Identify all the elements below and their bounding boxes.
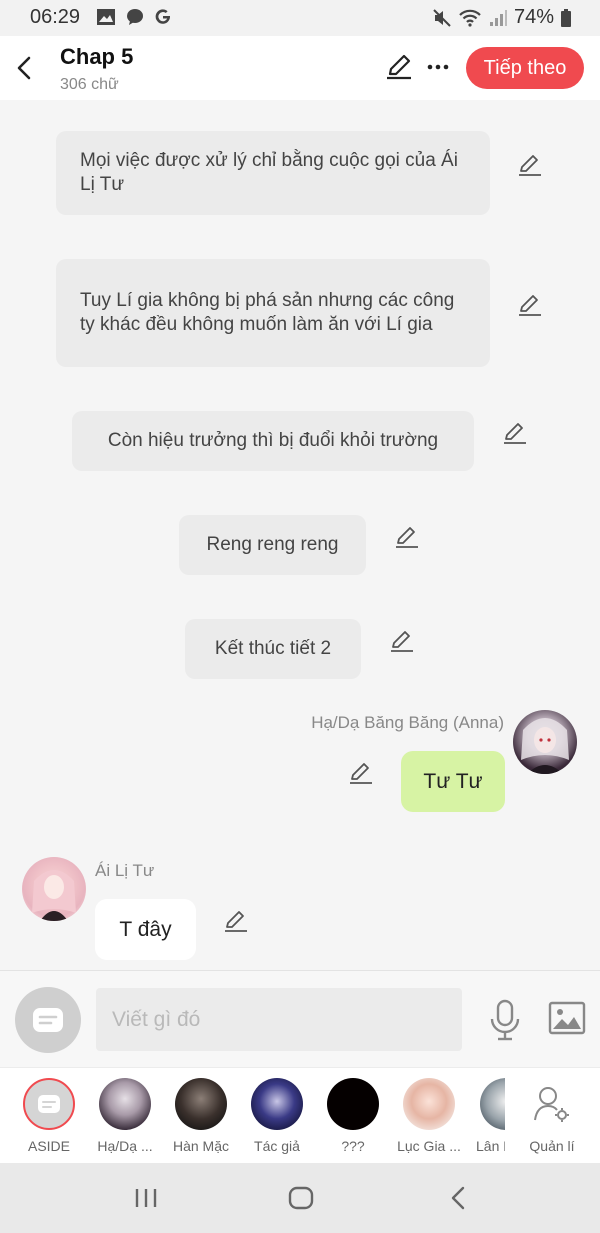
manage-characters[interactable]: Quản lí [514,1078,590,1154]
google-notification-icon [155,9,171,24]
user-settings-icon [534,1087,569,1122]
chapter-header: Chap 5 306 chữ Tiếp theo [0,36,600,100]
edit-pencil-icon[interactable] [394,525,420,551]
edit-pencil-icon[interactable] [517,293,543,319]
edit-title-button[interactable] [384,52,414,82]
back-arrow-icon [451,1186,465,1210]
mute-icon [433,8,451,27]
back-button[interactable] [10,52,38,84]
avatar[interactable] [22,857,86,921]
chat-area[interactable]: Mọi việc được xử lý chỉ bằng cuộc gọi củ… [0,100,600,970]
avatar-portrait-icon [521,718,569,774]
recent-apps-icon [135,1189,157,1207]
narration-text: Kết thúc tiết 2 [214,638,332,659]
status-bar: 06:29 74% [0,0,600,36]
edit-pencil-icon[interactable] [517,153,543,179]
aside-message-icon [38,1095,60,1113]
home-button[interactable] [281,1181,321,1215]
character-item[interactable]: ??? [315,1078,391,1154]
status-right: 74% [432,6,572,29]
message-text: T đây [119,917,172,941]
more-options-button[interactable] [424,52,452,82]
character-label: Tác giả [254,1138,300,1154]
microphone-icon [490,999,520,1041]
manage-avatar [526,1078,578,1130]
back-nav-button[interactable] [438,1181,478,1215]
avatar-portrait-icon [32,870,76,921]
notification-icons [96,8,172,26]
page-title: Chap 5 [60,44,134,69]
avatar [480,1078,505,1130]
aside-avatar [23,1078,75,1130]
aside-toggle-button[interactable] [15,987,81,1053]
narration-bubble[interactable]: Kết thúc tiết 2 [185,619,361,679]
avatar [251,1078,303,1130]
recent-apps-button[interactable] [126,1181,166,1215]
composer-bar [0,970,600,1067]
edit-pencil-icon[interactable] [348,761,374,787]
narration-text: Reng reng reng [206,534,339,555]
pencil-icon [387,54,411,80]
narration-text: Mọi việc được xử lý chỉ bằng cuộc gọi củ… [80,150,458,195]
character-bar: ASIDE Hạ/Dạ ... Hàn Mặc Tác giả ??? Lục … [0,1067,600,1163]
narration-bubble[interactable]: Tuy Lí gia không bị phá sản nhưng các cô… [56,259,490,367]
narration-bubble[interactable]: Reng reng reng [179,515,366,575]
narration-text: Tuy Lí gia không bị phá sản nhưng các cô… [80,290,455,335]
message-input[interactable] [96,988,462,1051]
home-icon [288,1186,314,1210]
edit-pencil-icon[interactable] [223,909,249,935]
character-label: Quản lí [529,1138,575,1154]
signal-icon [489,9,507,26]
battery-icon [561,8,571,27]
character-label: Hạ/Dạ ... [97,1138,153,1154]
avatar [327,1078,379,1130]
avatar [175,1078,227,1130]
image-button[interactable] [548,1001,586,1035]
character-item[interactable]: Lân Hà [467,1078,505,1154]
character-label: Hàn Mặc [172,1138,230,1154]
system-nav-bar [0,1163,600,1233]
character-aside[interactable]: ASIDE [11,1078,87,1154]
wifi-icon [459,9,481,27]
chevron-left-icon [17,56,31,80]
image-icon [548,1001,586,1035]
aside-message-icon [33,1008,63,1032]
character-item[interactable]: Lục Gia ... [391,1078,467,1154]
next-chapter-button[interactable]: Tiếp theo [466,47,584,89]
more-dots-icon [427,64,449,70]
narration-bubble[interactable]: Mọi việc được xử lý chỉ bằng cuộc gọi củ… [56,131,490,215]
character-label: ??? [341,1138,365,1154]
gallery-notification-icon [97,9,115,25]
speaker-name: Hạ/Dạ Băng Băng (Anna) [311,713,504,732]
battery-percent: 74% [513,6,554,28]
message-bubble[interactable]: T đây [95,899,196,960]
character-label: Lân Hà [476,1138,505,1154]
character-label: ASIDE [27,1138,70,1154]
avatar[interactable] [513,710,577,774]
character-item[interactable]: Hạ/Dạ ... [87,1078,163,1154]
message-text: Tư Tư [423,769,483,793]
narration-bubble[interactable]: Còn hiệu trưởng thì bị đuổi khỏi trường [72,411,474,471]
message-bubble[interactable]: Tư Tư [401,751,505,812]
speaker-name: Ái Lị Tư [95,861,155,880]
character-item[interactable]: Tác giả [239,1078,315,1154]
edit-pencil-icon[interactable] [389,629,415,655]
status-time: 06:29 [30,6,81,28]
word-count: 306 chữ [60,76,119,93]
narration-text: Còn hiệu trưởng thì bị đuổi khỏi trường [107,430,439,451]
avatar [403,1078,455,1130]
chat-notification-icon [127,9,143,25]
avatar [99,1078,151,1130]
character-label: Lục Gia ... [397,1138,461,1154]
voice-button[interactable] [488,999,522,1041]
edit-pencil-icon[interactable] [502,421,528,447]
character-item[interactable]: Hàn Mặc [163,1078,239,1154]
